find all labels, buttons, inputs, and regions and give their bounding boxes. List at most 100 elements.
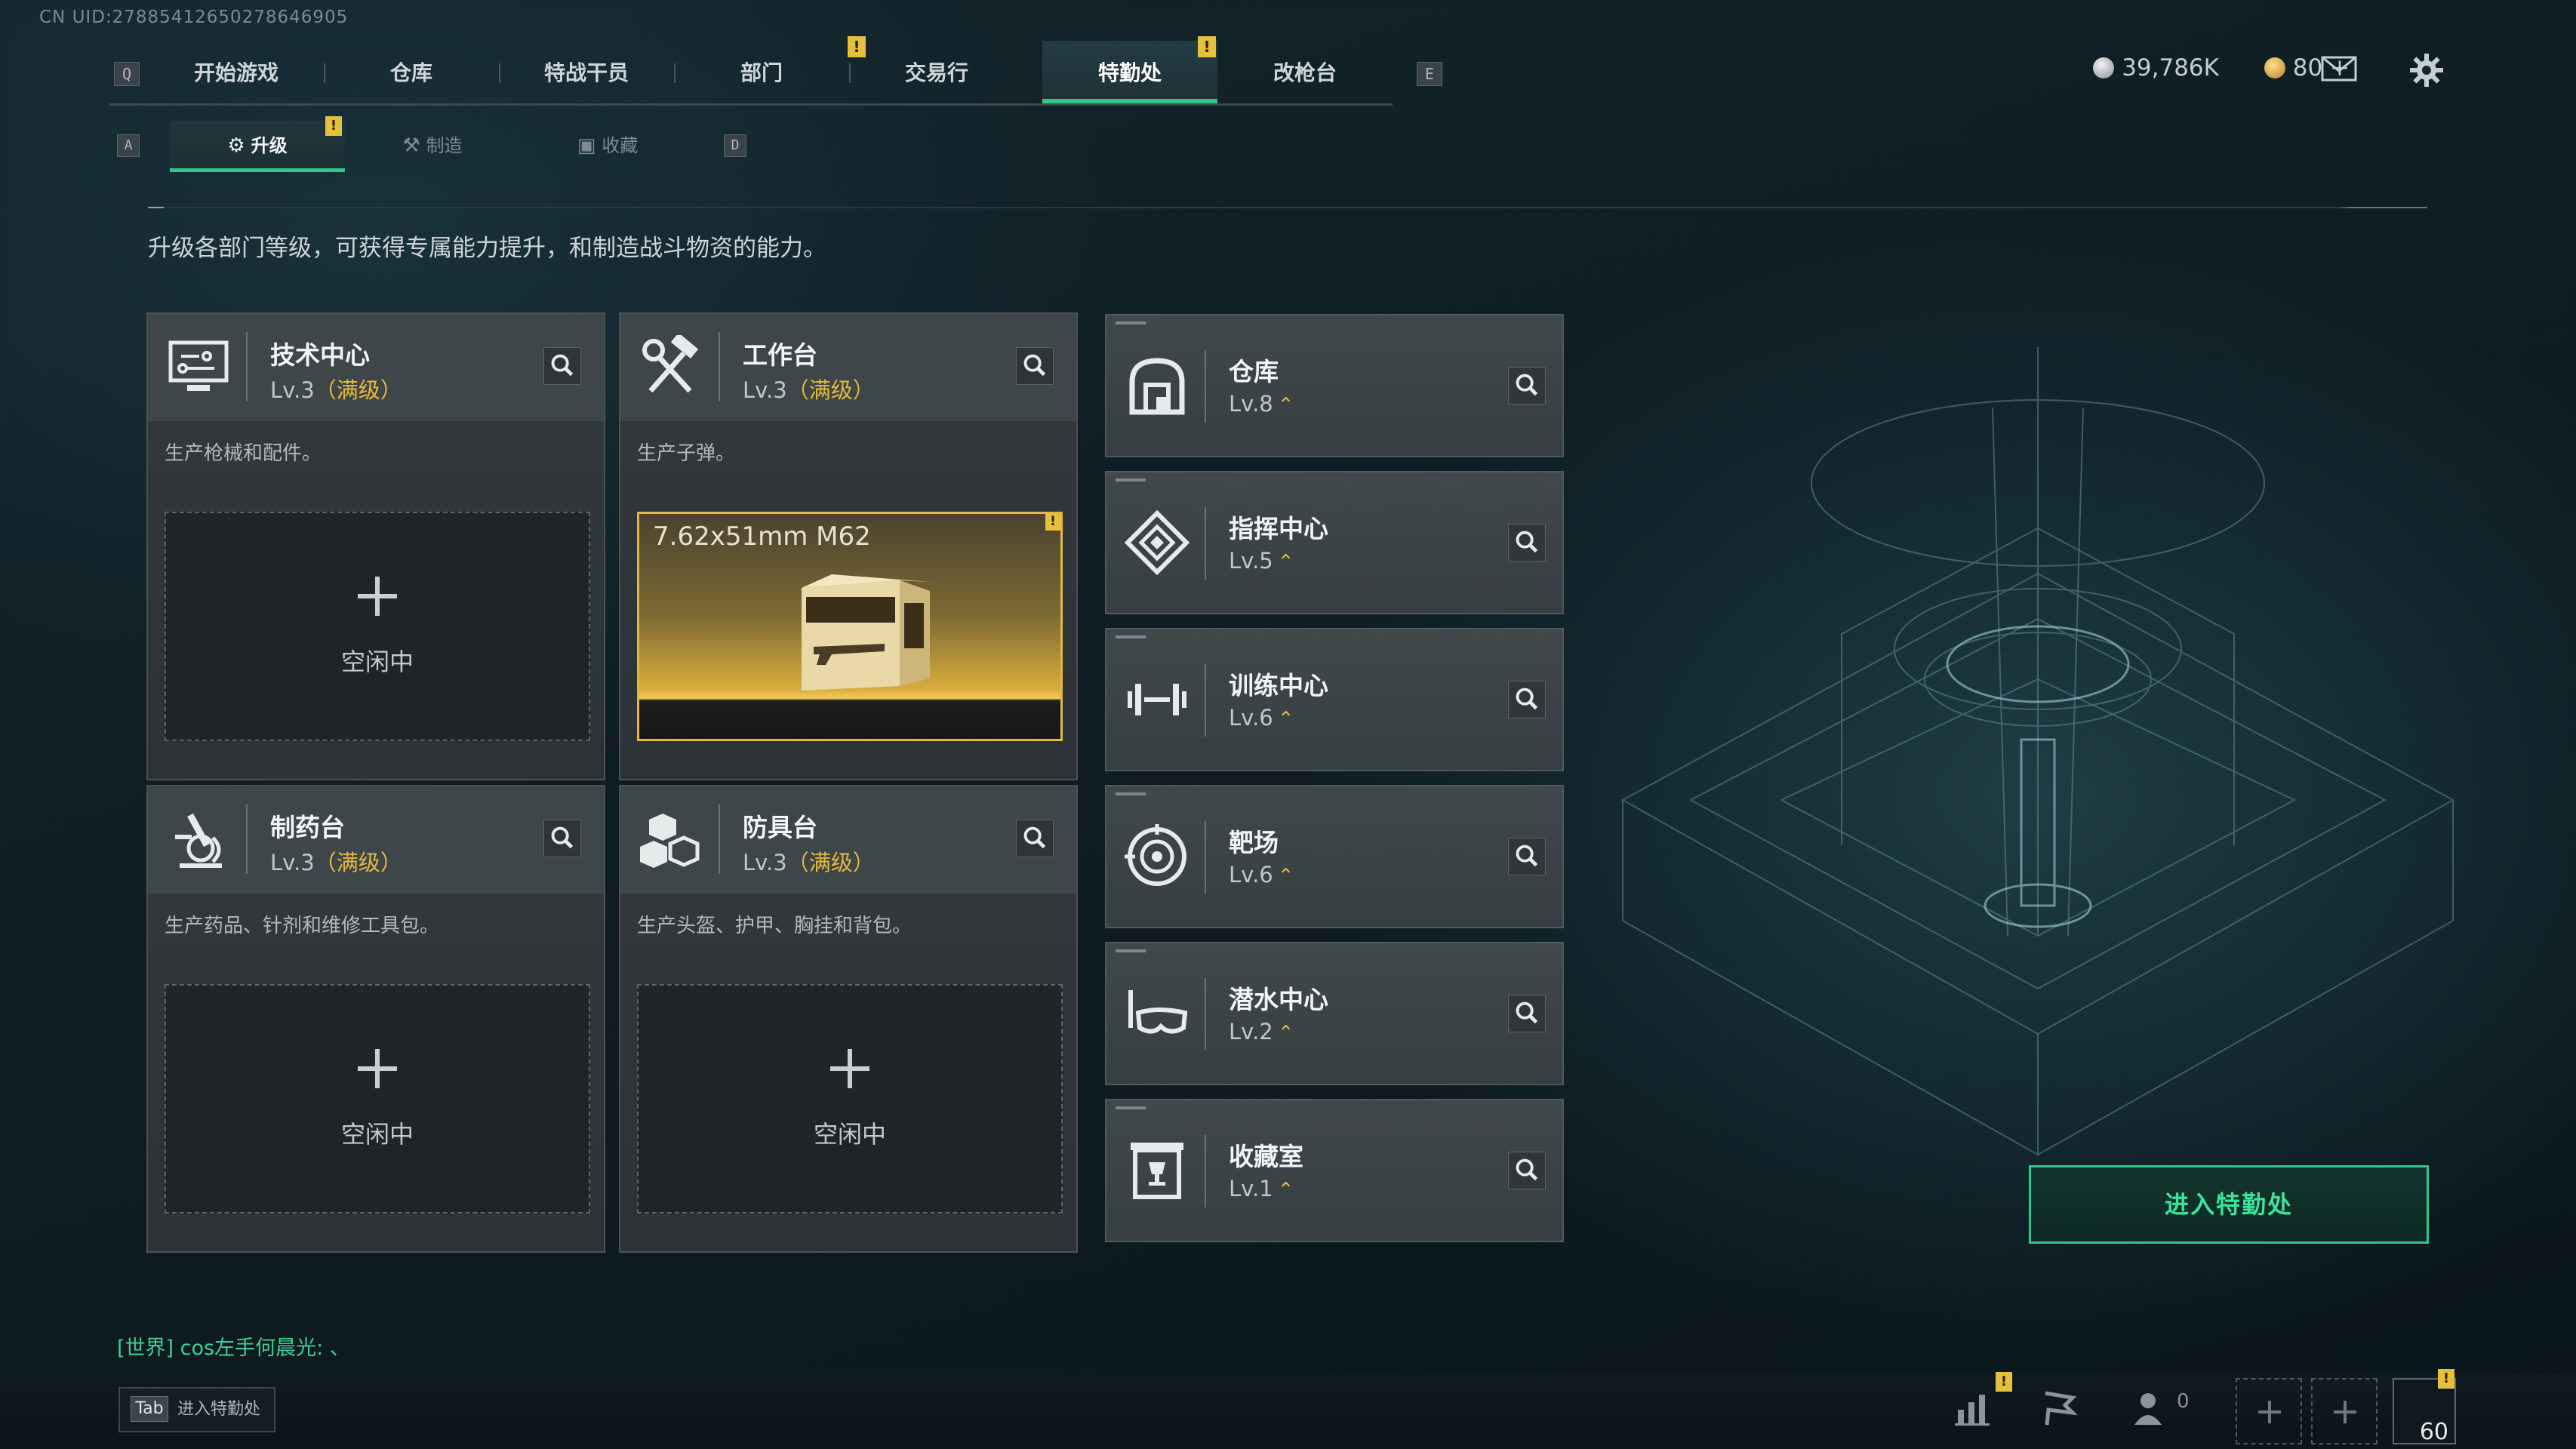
card-description: 生产头盔、护甲、胸挂和背包。 bbox=[637, 915, 913, 937]
dept-card-diving-center[interactable]: 潜水中心 Lv.2 ⌃ bbox=[1105, 942, 1564, 1085]
uid-label: CN UID:2788541265027864690​5 bbox=[39, 8, 349, 27]
tab-key: Tab bbox=[131, 1396, 168, 1422]
level-text: Lv.6 bbox=[1229, 705, 1273, 731]
dept-card-collection-room[interactable]: 收藏室 Lv.1 ⌃ bbox=[1105, 1099, 1564, 1242]
max-level-label: （满级） bbox=[786, 377, 875, 403]
plus-icon bbox=[830, 1049, 869, 1088]
slot-status: 空闲中 bbox=[340, 1120, 414, 1149]
max-level-label: （满级） bbox=[786, 850, 875, 875]
subtab-label: 制造 bbox=[426, 135, 463, 156]
dept-card-training-center[interactable]: 训练中心 Lv.6 ⌃ bbox=[1105, 628, 1564, 771]
production-slot[interactable]: 空闲中 bbox=[165, 512, 590, 741]
card-level: Lv.8 ⌃ bbox=[1229, 391, 1294, 417]
card-level: Lv.3（满级） bbox=[270, 845, 402, 877]
command-icon bbox=[1124, 509, 1190, 576]
dept-card-tech-center[interactable]: 技术中心 Lv.3（满级） 生产枪械和配件。 空闲中 bbox=[146, 312, 605, 780]
currency-display: 39,786K 80 + bbox=[2093, 54, 2350, 88]
card-header: 工作台 Lv.3（满级） bbox=[620, 314, 1076, 421]
alert-badge: ! bbox=[1996, 1372, 2012, 1392]
subtab-upgrade[interactable]: ⚙ 升级 bbox=[170, 121, 345, 172]
ammo-box-icon bbox=[802, 574, 930, 691]
tab-start-game[interactable]: 开始游戏 bbox=[149, 41, 324, 103]
plus-icon bbox=[358, 577, 397, 616]
hammer-wrench-icon bbox=[642, 335, 699, 393]
page-description: 升级各部门等级，可获得专属能力提升，和制造战斗物资的能力。 bbox=[148, 235, 826, 262]
search-icon[interactable] bbox=[1508, 1152, 1546, 1189]
tab-special-ops[interactable]: 特勤处 bbox=[1042, 41, 1217, 103]
card-tag bbox=[1116, 949, 1146, 952]
card-tag bbox=[1116, 1106, 1146, 1109]
upgrade-icon: ⚙ bbox=[227, 134, 245, 157]
level-text: Lv.3 bbox=[743, 377, 787, 403]
level-text: Lv.3 bbox=[743, 850, 787, 875]
quick-slot[interactable] bbox=[2236, 1378, 2302, 1444]
tab-shortcut-hint[interactable]: Tab 进入特勤处 bbox=[118, 1387, 275, 1432]
header-divider bbox=[1205, 507, 1206, 580]
search-icon[interactable] bbox=[543, 820, 581, 857]
subtab-craft[interactable]: ⚒ 制造 bbox=[345, 121, 520, 172]
card-title: 仓库 bbox=[1229, 357, 1279, 386]
card-title: 制药台 bbox=[270, 813, 345, 842]
search-icon[interactable] bbox=[543, 347, 581, 385]
tab-gunsmith[interactable]: 改枪台 bbox=[1217, 41, 1393, 103]
search-icon[interactable] bbox=[1508, 838, 1546, 875]
stats-icon[interactable] bbox=[1952, 1387, 1994, 1429]
search-icon[interactable] bbox=[1016, 347, 1054, 385]
search-icon[interactable] bbox=[1508, 995, 1546, 1032]
alert-badge: ! bbox=[325, 116, 342, 136]
tab-warehouse[interactable]: 仓库 bbox=[324, 41, 499, 103]
dept-card-armor-bench[interactable]: 防具台 Lv.3（满级） 生产头盔、护甲、胸挂和背包。 空闲中 bbox=[619, 785, 1078, 1253]
dept-card-workbench[interactable]: 工作台 Lv.3（满级） 生产子弹。 7.62x51mm M62 ! bbox=[619, 312, 1078, 780]
mail-icon[interactable] bbox=[2321, 56, 2357, 82]
card-title: 收藏室 bbox=[1229, 1142, 1303, 1171]
level-text: Lv.5 bbox=[1229, 548, 1273, 574]
header-divider bbox=[246, 332, 248, 401]
dept-card-command-center[interactable]: 指挥中心 Lv.5 ⌃ bbox=[1105, 471, 1564, 614]
gear-icon[interactable] bbox=[2409, 53, 2444, 88]
tab-operators[interactable]: 特战干员 bbox=[499, 41, 674, 103]
search-icon[interactable] bbox=[1508, 524, 1546, 561]
crafting-item-name: 7.62x51mm M62 bbox=[653, 521, 871, 552]
search-icon[interactable] bbox=[1016, 820, 1054, 857]
upgrade-arrow-icon: ⌃ bbox=[1277, 865, 1294, 888]
plus-icon bbox=[358, 1049, 397, 1088]
plus-icon bbox=[2334, 1401, 2356, 1423]
header-divider bbox=[1205, 664, 1206, 737]
dept-card-pharmacy[interactable]: 制药台 Lv.3（满级） 生产药品、针剂和维修工具包。 空闲中 bbox=[146, 785, 605, 1253]
max-level-label: （满级） bbox=[314, 850, 402, 875]
search-icon[interactable] bbox=[1508, 681, 1546, 718]
card-tag bbox=[1116, 478, 1146, 481]
subtab-collection[interactable]: ▣ 收藏 bbox=[520, 121, 695, 172]
level-text: Lv.1 bbox=[1229, 1176, 1273, 1201]
production-slot[interactable]: 空闲中 bbox=[637, 984, 1063, 1214]
header-divider bbox=[1205, 350, 1206, 423]
card-title: 技术中心 bbox=[270, 340, 370, 370]
search-icon[interactable] bbox=[1508, 367, 1546, 405]
dept-card-shooting-range[interactable]: 靶场 Lv.6 ⌃ bbox=[1105, 785, 1564, 928]
header-divider bbox=[1205, 1135, 1206, 1208]
level-text: Lv.3 bbox=[270, 850, 315, 875]
dumbbell-icon bbox=[1128, 684, 1186, 715]
production-slot[interactable]: 空闲中 bbox=[165, 984, 590, 1214]
quick-slot[interactable] bbox=[2311, 1378, 2377, 1444]
upgrade-arrow-icon: ⌃ bbox=[1277, 1022, 1294, 1044]
flag-icon[interactable] bbox=[2038, 1387, 2080, 1429]
silver-amount: 39,786K bbox=[2122, 54, 2219, 82]
dept-card-warehouse[interactable]: 仓库 Lv.8 ⌃ bbox=[1105, 314, 1564, 457]
alert-badge: ! bbox=[1045, 514, 1060, 531]
header-divider bbox=[1205, 978, 1206, 1051]
tab-trading[interactable]: 交易行 bbox=[849, 41, 1024, 103]
upgrade-arrow-icon: ⌃ bbox=[1277, 708, 1294, 731]
card-tag bbox=[1116, 635, 1146, 638]
friends-icon[interactable] bbox=[2130, 1387, 2172, 1429]
header-divider bbox=[246, 804, 248, 874]
tab-departments[interactable]: 部门 bbox=[674, 41, 849, 103]
key-hint-e: E bbox=[1417, 62, 1442, 86]
card-level: Lv.3（满级） bbox=[270, 373, 402, 405]
enter-special-ops-button[interactable]: 进入特勤处 bbox=[2029, 1165, 2429, 1244]
world-chat-message[interactable]: [世界] cos左手何晨光: 、 bbox=[117, 1331, 350, 1361]
diving-mask-icon bbox=[1128, 990, 1188, 1034]
crafting-slot[interactable]: 7.62x51mm M62 ! bbox=[637, 512, 1063, 741]
card-header: 技术中心 Lv.3（满级） bbox=[148, 314, 604, 421]
card-title: 指挥中心 bbox=[1229, 514, 1328, 543]
